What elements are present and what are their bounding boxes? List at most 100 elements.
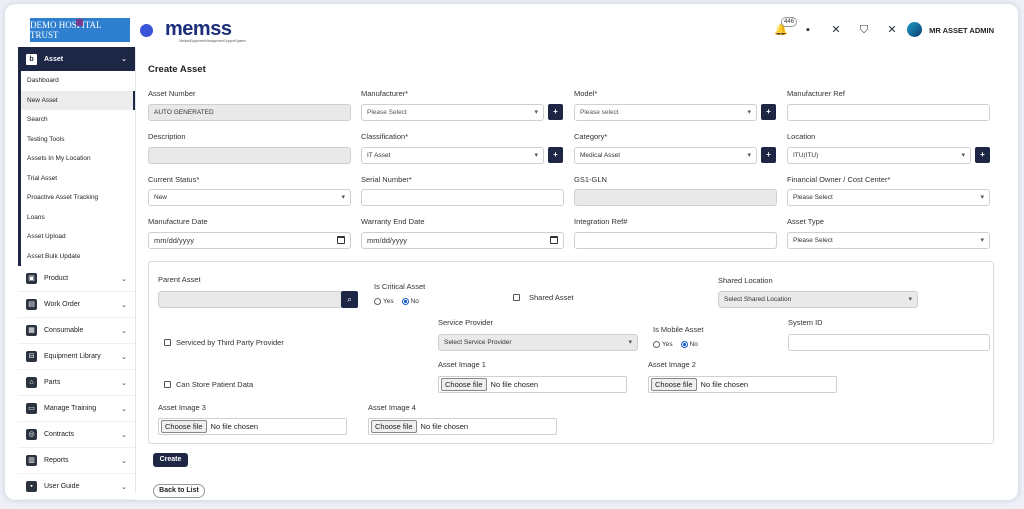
reports-icon: ▥ xyxy=(26,455,37,466)
settings-icon[interactable]: ✕ xyxy=(886,24,898,36)
calendar-icon[interactable] xyxy=(337,236,345,244)
is-critical-yes-radio[interactable] xyxy=(374,298,381,305)
bell-icon[interactable]: 🔔 446 xyxy=(774,17,798,36)
current-status-select[interactable]: New xyxy=(148,189,351,206)
asset-image-2-file-input[interactable]: Choose file No file chosen xyxy=(648,376,837,393)
category-select[interactable]: Medical Asset xyxy=(574,147,757,164)
asset-image-4-file-input[interactable]: Choose file No file chosen xyxy=(368,418,557,435)
is-mobile-no-radio[interactable] xyxy=(680,341,688,348)
manufacture-date-input[interactable]: mm/dd/yyyy xyxy=(148,232,351,249)
model-select[interactable]: Please select xyxy=(574,104,757,121)
sidebar-section-product[interactable]: ▣ Product ⌄ xyxy=(18,266,135,292)
serial-number-label: Serial Number* xyxy=(361,175,412,184)
work-order-icon: ▤ xyxy=(26,299,37,310)
sidebar-section-equipment-library[interactable]: ⊟ Equipment Library ⌄ xyxy=(18,344,135,370)
store-patient-data-checkbox[interactable]: Can Store Patient Data xyxy=(164,380,253,389)
sidebar-item-loans[interactable]: Loans xyxy=(18,207,135,227)
sidebar-section-label: Product xyxy=(44,275,69,282)
asset-image-4-label: Asset Image 4 xyxy=(368,403,416,412)
sidebar-section-parts[interactable]: ⌂ Parts ⌄ xyxy=(18,370,135,396)
sidebar-item-asset-upload[interactable]: Asset Upload xyxy=(18,227,135,247)
sidebar-section-manage-training[interactable]: ▭ Manage Training ⌄ xyxy=(18,396,135,422)
is-mobile-yes-radio[interactable] xyxy=(653,341,660,348)
current-status-label: Current Status* xyxy=(148,175,200,184)
sidebar-section-label: Equipment Library xyxy=(44,353,101,360)
sidebar-section-user-guide[interactable]: ▪ User Guide ⌄ xyxy=(18,474,135,500)
hospital-logo: DEMO HOSPITAL TRUST xyxy=(30,18,130,42)
is-critical-no-radio[interactable] xyxy=(401,298,409,305)
equipment-library-icon: ⊟ xyxy=(26,351,37,362)
sidebar-section-label: Work Order xyxy=(44,301,81,308)
tools-icon[interactable]: ✕ xyxy=(830,24,842,36)
sidebar-section-reports[interactable]: ▥ Reports ⌄ xyxy=(18,448,135,474)
message-icon[interactable]: ▪ xyxy=(802,24,814,36)
avatar[interactable] xyxy=(907,22,922,37)
add-category-button[interactable]: + xyxy=(761,147,776,163)
choose-file-button[interactable]: Choose file xyxy=(161,420,207,433)
parent-asset-input xyxy=(158,291,342,308)
sidebar-item-trial-asset[interactable]: Trial Asset xyxy=(18,168,135,188)
add-classification-button[interactable]: + xyxy=(548,147,563,163)
sidebar-item-proactive-asset-tracking[interactable]: Proactive Asset Tracking xyxy=(18,188,135,208)
integration-ref-input[interactable] xyxy=(574,232,777,249)
sidebar-item-search[interactable]: Search xyxy=(18,110,135,130)
chevron-down-icon: ⌄ xyxy=(121,483,127,491)
financial-owner-select[interactable]: Please Select xyxy=(787,189,990,206)
sidebar-item-assets-in-my-location[interactable]: Assets In My Location xyxy=(18,149,135,169)
chevron-down-icon: ⌄ xyxy=(121,405,127,413)
service-provider-select[interactable]: Select Service Provider xyxy=(438,334,638,351)
sidebar-section-contracts[interactable]: ◎ Contracts ⌄ xyxy=(18,422,135,448)
manufacturer-select[interactable]: Please Select xyxy=(361,104,544,121)
search-icon: ⌕ xyxy=(347,295,352,304)
shield-icon[interactable]: ⛉ xyxy=(858,24,870,36)
user-name[interactable]: MR ASSET ADMIN xyxy=(929,26,994,35)
sidebar-item-new-asset[interactable]: New Asset xyxy=(18,90,135,110)
asset-type-select[interactable]: Please Select xyxy=(787,232,990,249)
shared-location-select[interactable]: Select Shared Location xyxy=(718,291,918,308)
shared-asset-checkbox[interactable]: Shared Asset xyxy=(513,293,574,302)
choose-file-button[interactable]: Choose file xyxy=(371,420,417,433)
system-id-input[interactable] xyxy=(788,334,990,351)
sidebar-item-testing-tools[interactable]: Testing Tools xyxy=(18,129,135,149)
sidebar-item-asset-bulk-update[interactable]: Asset Bulk Update xyxy=(18,246,135,266)
sidebar-section-work-order[interactable]: ▤ Work Order ⌄ xyxy=(18,292,135,318)
is-critical-label: Is Critical Asset xyxy=(374,282,426,291)
create-button[interactable]: Create xyxy=(153,453,188,467)
asset-image-3-file-input[interactable]: Choose file No file chosen xyxy=(158,418,347,435)
asset-icon: b xyxy=(26,53,37,65)
location-select[interactable]: ITU(ITU) xyxy=(787,147,971,164)
warranty-end-date-input[interactable]: mm/dd/yyyy xyxy=(361,232,564,249)
warranty-end-date-label: Warranty End Date xyxy=(361,217,425,226)
app-window: DEMO HOSPITAL TRUST memss Medical Equipme… xyxy=(5,4,1018,500)
sidebar-section-asset[interactable]: b Asset ⌄ xyxy=(18,47,135,71)
serial-number-input[interactable] xyxy=(361,189,564,206)
sidebar: b Asset ⌄ Dashboard New Asset Search Testin… xyxy=(18,47,136,500)
serviced-third-party-checkbox[interactable]: Serviced by Third Party Provider xyxy=(164,338,284,347)
consumable-icon: ▦ xyxy=(26,325,37,336)
brand-dot-icon xyxy=(140,24,153,37)
sidebar-item-dashboard[interactable]: Dashboard xyxy=(18,71,135,91)
add-model-button[interactable]: + xyxy=(761,104,776,120)
add-location-button[interactable]: + xyxy=(975,147,990,163)
parent-asset-label: Parent Asset xyxy=(158,275,201,284)
calendar-icon[interactable] xyxy=(550,236,558,244)
search-parent-asset-button[interactable]: ⌕ xyxy=(341,291,358,308)
add-manufacturer-button[interactable]: + xyxy=(548,104,563,120)
classification-label: Classification* xyxy=(361,132,409,141)
app-logo[interactable]: memss Medical Equipment Management Suppor… xyxy=(165,18,246,43)
manufacturer-ref-input[interactable] xyxy=(787,104,990,121)
classification-select[interactable]: IT Asset xyxy=(361,147,544,164)
asset-image-1-file-input[interactable]: Choose file No file chosen xyxy=(438,376,627,393)
financial-owner-label: Financial Owner / Cost Center* xyxy=(787,175,891,184)
gs1-gln-input xyxy=(574,189,777,206)
chevron-down-icon: ⌄ xyxy=(121,353,127,361)
location-label: Location xyxy=(787,132,816,141)
sidebar-section-consumable[interactable]: ▦ Consumable ⌄ xyxy=(18,318,135,344)
choose-file-button[interactable]: Choose file xyxy=(441,378,487,391)
top-bar: DEMO HOSPITAL TRUST memss Medical Equipme… xyxy=(5,4,1018,48)
choose-file-button[interactable]: Choose file xyxy=(651,378,697,391)
shared-location-label: Shared Location xyxy=(718,276,773,285)
back-to-list-button[interactable]: Back to List xyxy=(153,484,205,498)
description-label: Description xyxy=(148,132,186,141)
main-content: Create Asset Asset Number AUTO GENERATED… xyxy=(137,48,1007,500)
